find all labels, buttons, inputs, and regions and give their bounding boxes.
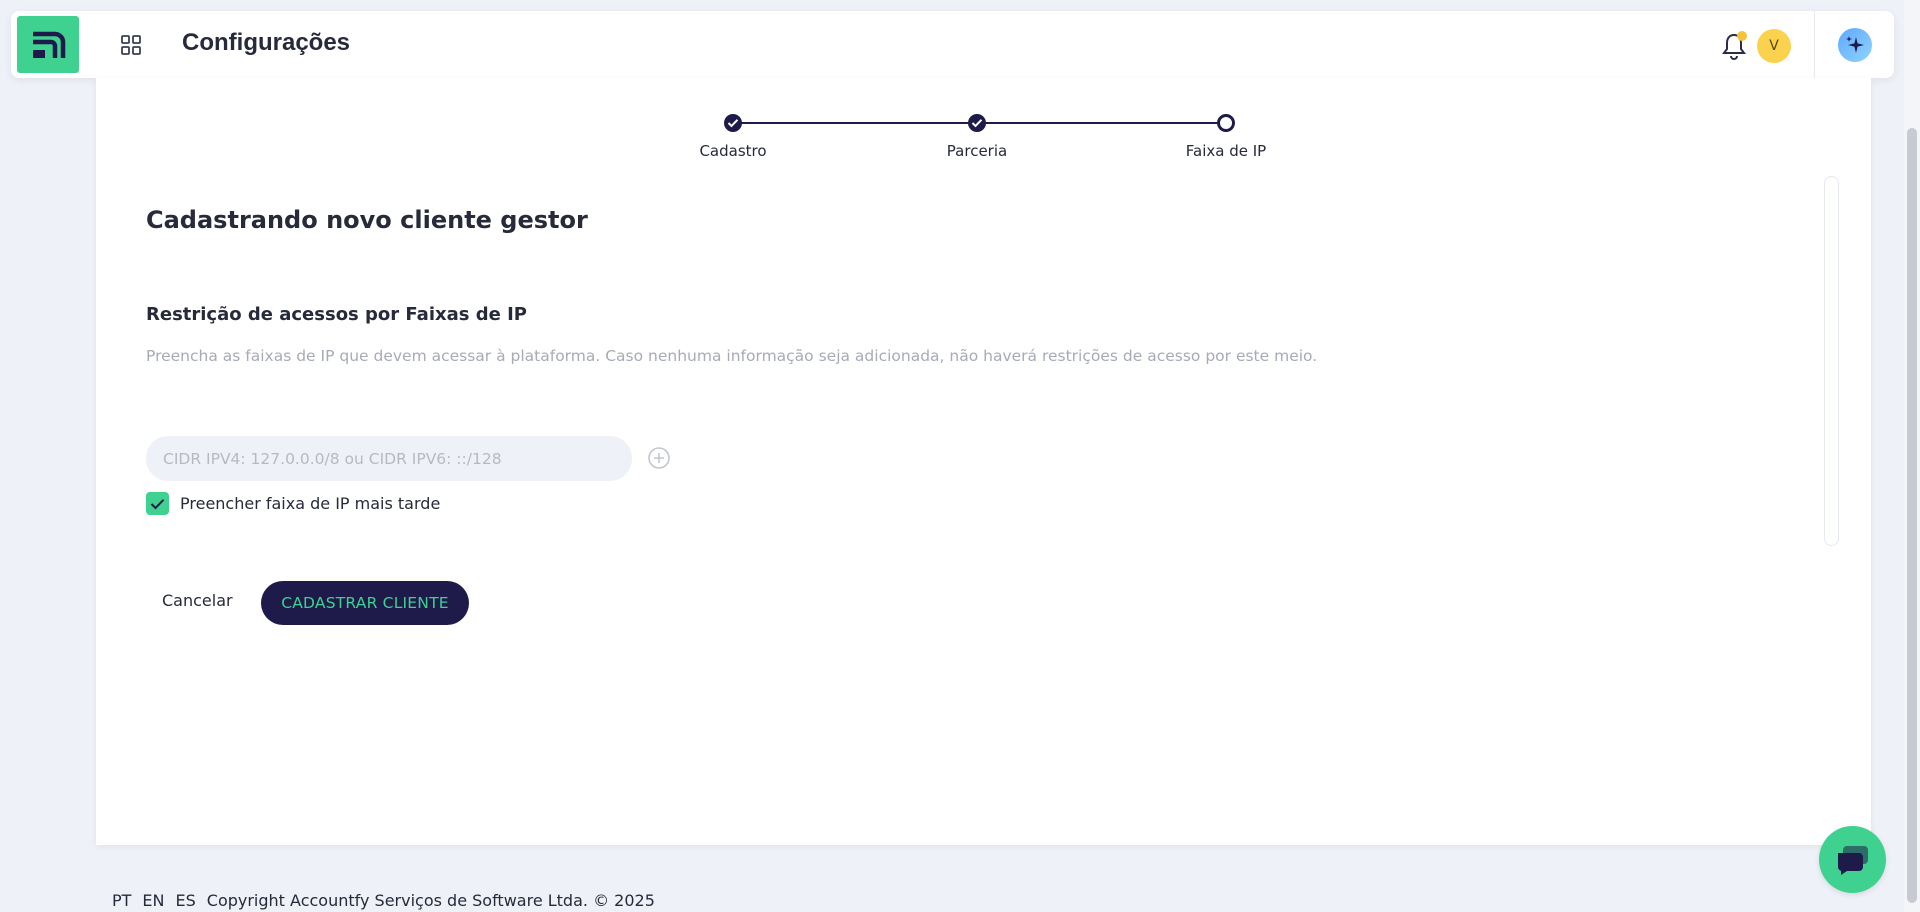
assistant-button[interactable] — [1838, 28, 1872, 62]
main-card: Cadastro Parceria Faixa de IP Cadastrand… — [96, 78, 1871, 845]
step-label-cadastro: Cadastro — [699, 142, 767, 160]
apps-grid-icon[interactable] — [119, 33, 143, 57]
check-icon — [150, 498, 165, 509]
ip-restriction-title: Restrição de acessos por Faixas de IP — [146, 304, 527, 325]
page-scrollbar[interactable] — [1904, 0, 1920, 912]
chat-button[interactable] — [1819, 826, 1886, 893]
step-label-parceria: Parceria — [946, 142, 1008, 160]
form-heading: Cadastrando novo cliente gestor — [146, 206, 588, 234]
logo-mark-icon — [33, 31, 66, 58]
page-title: Configurações — [182, 29, 351, 56]
language-pt[interactable]: PT — [112, 891, 131, 910]
user-avatar[interactable]: V — [1757, 29, 1791, 63]
ip-restriction-helper: Preencha as faixas de IP que devem acess… — [146, 347, 1318, 365]
form-scrollbar[interactable] — [1824, 176, 1839, 546]
cancel-button[interactable]: Cancelar — [162, 591, 233, 610]
fill-later-label[interactable]: Preencher faixa de IP mais tarde — [180, 492, 440, 515]
step-node-faixa-de-ip — [1217, 114, 1235, 132]
step-node-parceria — [968, 114, 986, 132]
step-label-faixa-de-ip: Faixa de IP — [1185, 142, 1267, 160]
ip-range-input[interactable] — [146, 436, 632, 481]
copyright-text: Copyright Accountfy Serviços de Software… — [206, 891, 655, 910]
sparkles-icon — [1846, 36, 1864, 53]
step-connector — [977, 122, 1226, 124]
header-divider — [1814, 11, 1815, 78]
top-header: Configurações V — [11, 11, 1894, 78]
step-connector — [733, 122, 977, 124]
plus-circle-icon — [648, 447, 670, 469]
notification-dot — [1737, 31, 1747, 41]
language-en[interactable]: EN — [142, 891, 164, 910]
stepper: Cadastro Parceria Faixa de IP — [96, 78, 1871, 168]
notifications-button[interactable] — [1720, 31, 1748, 61]
footer: PT EN ES Copyright Accountfy Serviços de… — [112, 891, 655, 910]
language-es[interactable]: ES — [176, 891, 196, 910]
app-logo[interactable] — [17, 16, 79, 73]
step-node-cadastro — [724, 114, 742, 132]
check-icon — [971, 119, 983, 128]
fill-later-checkbox[interactable] — [146, 492, 169, 515]
page-scrollbar-thumb[interactable] — [1907, 128, 1917, 903]
add-ip-button[interactable] — [647, 446, 671, 470]
check-icon — [727, 119, 739, 128]
register-client-button[interactable]: CADASTRAR CLIENTE — [261, 581, 469, 625]
chat-bubble-icon — [1837, 845, 1868, 875]
